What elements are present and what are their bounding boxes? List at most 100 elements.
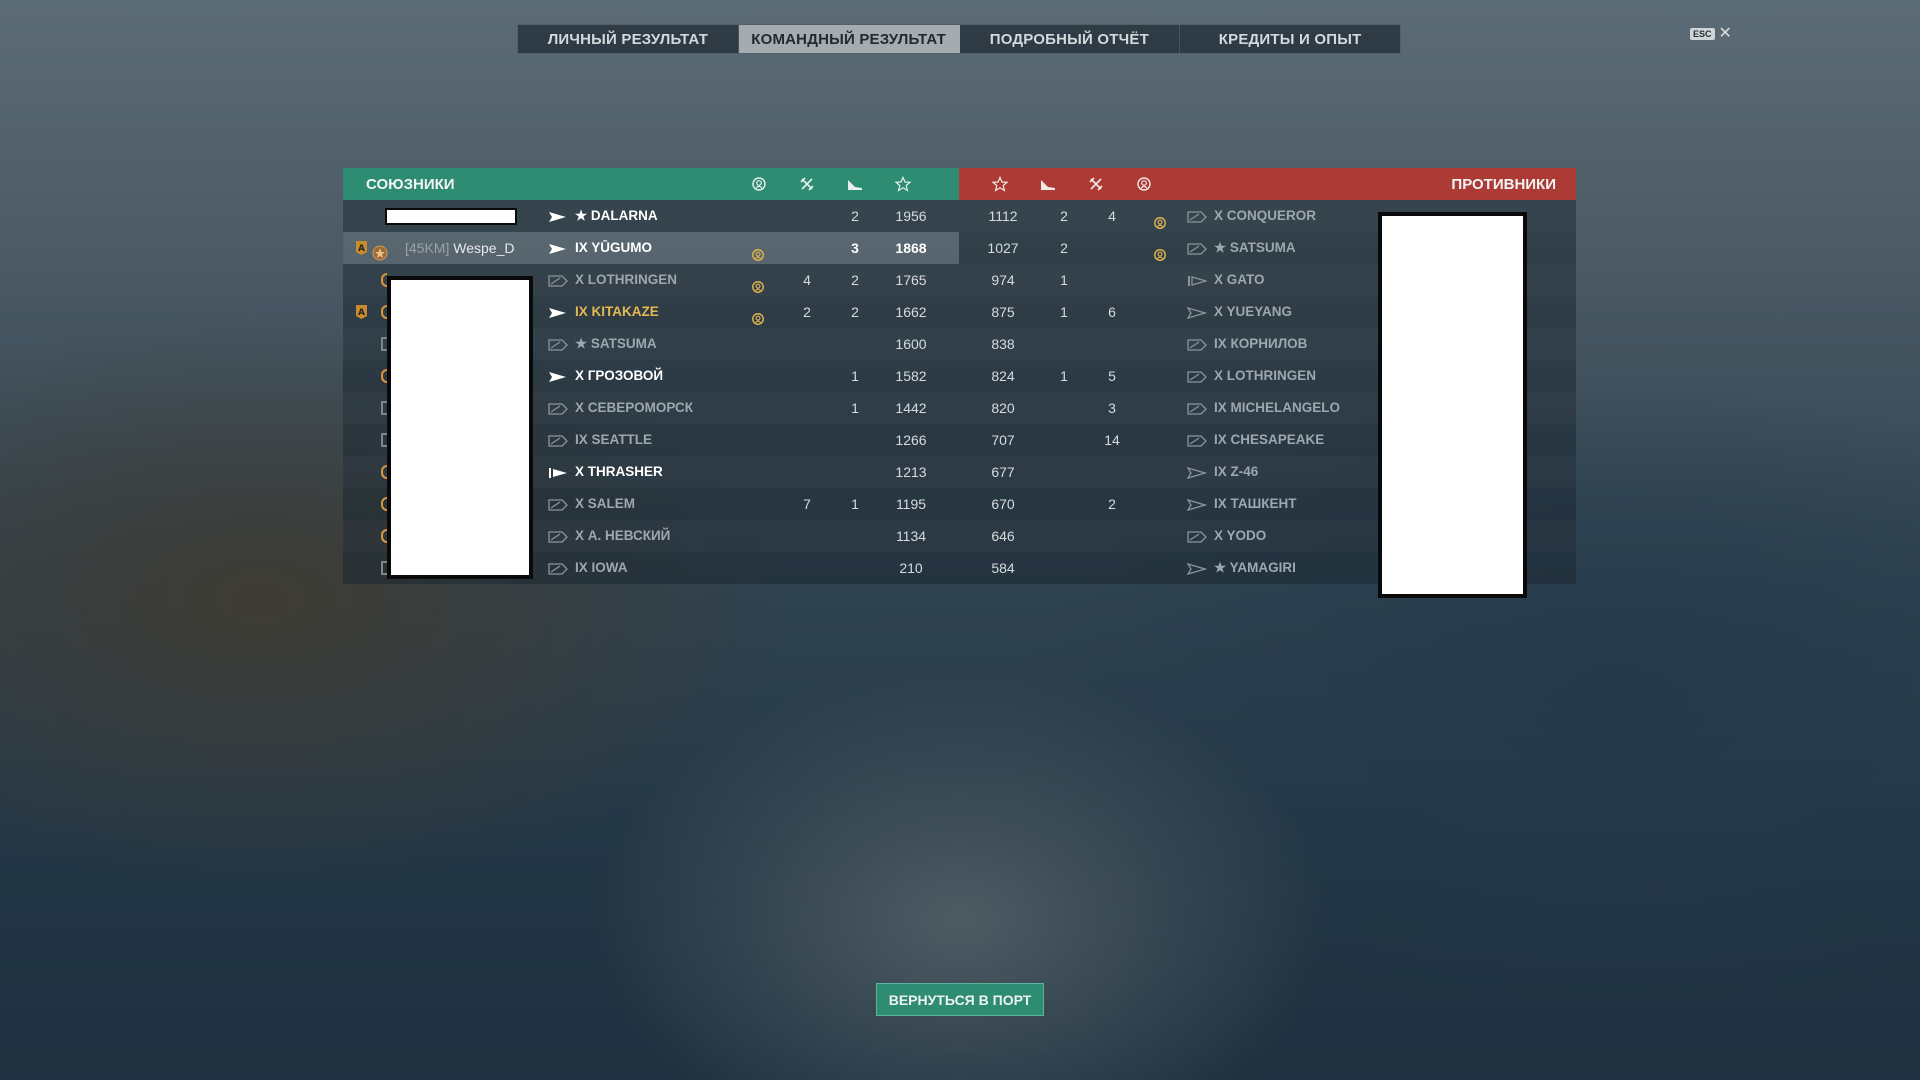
- laurel-icon: [1153, 209, 1167, 229]
- score-value: 707: [991, 432, 1015, 448]
- ship-name[interactable]: X GATO: [1214, 264, 1265, 296]
- ship-name[interactable]: X LOTHRINGEN: [575, 264, 677, 296]
- score-value: 1112: [988, 208, 1018, 224]
- ship-name[interactable]: X СЕВЕРОМОРСК: [575, 392, 693, 424]
- ship-name[interactable]: X YODO: [1214, 520, 1266, 552]
- ship-name[interactable]: ★ YAMAGIRI: [1214, 552, 1296, 584]
- score-value: 1027: [987, 240, 1019, 256]
- planes-value: [835, 328, 875, 360]
- ship-name[interactable]: X THRASHER: [575, 456, 663, 488]
- kills-value: [787, 424, 827, 456]
- ship-name[interactable]: IX CHESAPEAKE: [1214, 424, 1324, 456]
- return-to-port-button[interactable]: ВЕРНУТЬСЯ В ПОРТ: [876, 983, 1044, 1016]
- ship-class-icon: [1186, 562, 1208, 576]
- planes-value: [1044, 552, 1084, 584]
- ship-class-icon: [1187, 210, 1207, 223]
- planes-value: 2: [851, 304, 859, 320]
- ship-name[interactable]: ★ DALARNA: [575, 200, 658, 232]
- redacted-area-allies: [387, 276, 533, 579]
- svg-text:A: A: [358, 244, 365, 254]
- score-value: 820: [991, 400, 1015, 416]
- tab-personal-result[interactable]: ЛИЧНЫЙ РЕЗУЛЬТАТ: [518, 25, 739, 53]
- tab-detailed-report[interactable]: ПОДРОБНЫЙ ОТЧЁТ: [960, 25, 1181, 53]
- ship-name[interactable]: X А. НЕВСКИЙ: [575, 520, 670, 552]
- score-value: 1195: [895, 496, 927, 512]
- kills-value: 3: [1108, 400, 1116, 416]
- ship-name[interactable]: IX SEATTLE: [575, 424, 652, 456]
- ship-name[interactable]: X LOTHRINGEN: [1214, 360, 1316, 392]
- ship-class-icon: [1186, 498, 1208, 512]
- kills-value: [1092, 264, 1132, 296]
- ship-name[interactable]: IX YŪGUMO: [575, 232, 652, 264]
- kills-value: [787, 328, 827, 360]
- planes-value: 1: [1060, 368, 1068, 384]
- rank-badge-icon: A: [355, 304, 368, 320]
- crossed-swords-icon[interactable]: [1087, 175, 1105, 193]
- planes-value: [1044, 424, 1084, 456]
- ship-name[interactable]: ★ SATSUMA: [1214, 232, 1296, 264]
- laurel-icon: [1153, 241, 1167, 261]
- result-tabs: ЛИЧНЫЙ РЕЗУЛЬТАТ КОМАНДНЫЙ РЕЗУЛЬТАТ ПОД…: [517, 24, 1401, 54]
- redacted-area-enemies: [1378, 212, 1527, 598]
- planes-value: 1: [1060, 304, 1068, 320]
- close-icon: ✕: [1718, 25, 1732, 42]
- planes-value: 1: [851, 368, 859, 384]
- laurel-icon[interactable]: [1135, 175, 1153, 193]
- ship-name[interactable]: X SALEM: [575, 488, 635, 520]
- ship-class-icon: [1187, 530, 1207, 543]
- planes-value: [835, 456, 875, 488]
- planes-value: 2: [851, 208, 859, 224]
- plane-icon[interactable]: [846, 175, 864, 193]
- planes-value: [1044, 456, 1084, 488]
- planes-value: [835, 424, 875, 456]
- planes-value: 1: [851, 496, 859, 512]
- kills-value: [787, 456, 827, 488]
- score-value: 1213: [895, 464, 927, 480]
- score-value: 1134: [895, 528, 927, 544]
- ship-class-icon: [1186, 306, 1208, 320]
- ship-name[interactable]: X ГРОЗОВОЙ: [575, 360, 663, 392]
- ship-name[interactable]: IX КОРНИЛОВ: [1214, 328, 1307, 360]
- rank-badge-icon: A: [355, 240, 368, 256]
- kills-value: [787, 200, 827, 232]
- kills-value: [1092, 456, 1132, 488]
- planes-value: 2: [851, 272, 859, 288]
- laurel-icon: [751, 241, 765, 261]
- kills-value: 4: [803, 272, 811, 288]
- score-value: 1442: [895, 400, 927, 416]
- ship-class-icon: [548, 466, 568, 478]
- ship-class-icon: [548, 498, 568, 511]
- ship-name[interactable]: IX MICHELANGELO: [1214, 392, 1340, 424]
- kills-value: 7: [803, 496, 811, 512]
- tab-team-result[interactable]: КОМАНДНЫЙ РЕЗУЛЬТАТ: [738, 25, 960, 53]
- player-nickname: Wespe_D: [453, 240, 515, 256]
- laurel-icon[interactable]: [750, 175, 768, 193]
- ship-class-icon: [548, 370, 568, 382]
- tab-credits-xp[interactable]: КРЕДИТЫ И ОПЫТ: [1180, 25, 1400, 53]
- ship-name[interactable]: X YUEYANG: [1214, 296, 1292, 328]
- score-value: 824: [991, 368, 1015, 384]
- plane-icon[interactable]: [1039, 175, 1057, 193]
- score-value: 584: [991, 560, 1015, 576]
- score-value: 838: [991, 336, 1015, 352]
- player-name[interactable]: [45KM] Wespe_D: [405, 232, 514, 264]
- ship-class-icon: [548, 434, 568, 447]
- kills-value: [787, 520, 827, 552]
- star-icon[interactable]: [894, 175, 912, 193]
- ship-name[interactable]: IX ТАШКЕНТ: [1214, 488, 1296, 520]
- crossed-swords-icon[interactable]: [798, 175, 816, 193]
- planes-value: 2: [1060, 240, 1068, 256]
- score-value: 1582: [895, 368, 927, 384]
- ship-name[interactable]: X CONQUEROR: [1214, 200, 1316, 232]
- redacted-player-name: [385, 208, 517, 225]
- planes-value: [1044, 328, 1084, 360]
- close-button[interactable]: ESC ✕: [1690, 25, 1732, 42]
- ship-name[interactable]: IX IOWA: [575, 552, 628, 584]
- star-icon[interactable]: [991, 175, 1009, 193]
- ship-class-icon: [548, 338, 568, 351]
- ship-class-icon: [1187, 370, 1207, 383]
- ship-name[interactable]: IX Z-46: [1214, 456, 1258, 488]
- ship-name[interactable]: ★ SATSUMA: [575, 328, 657, 360]
- ship-name[interactable]: IX KITAKAZE: [575, 296, 659, 328]
- planes-value: [835, 552, 875, 584]
